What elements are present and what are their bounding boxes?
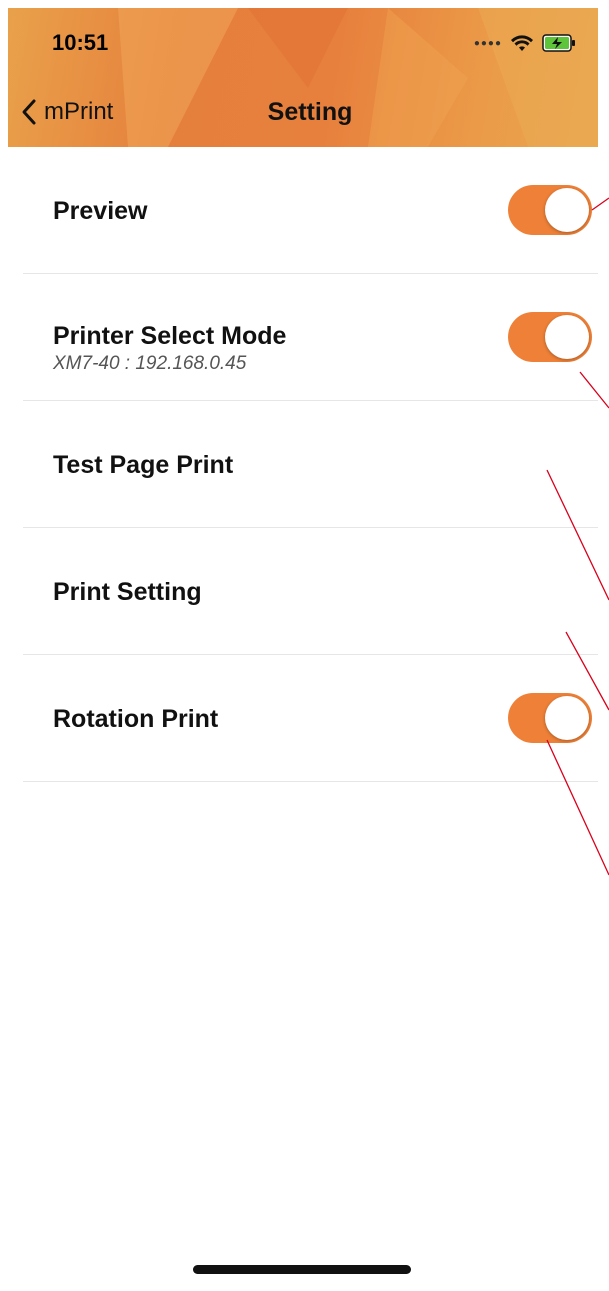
toggle-knob xyxy=(545,696,589,740)
status-time: 10:51 xyxy=(52,30,109,55)
rotation-print-toggle[interactable] xyxy=(508,693,592,743)
setting-row-rotation-print[interactable]: Rotation Print xyxy=(23,655,598,782)
setting-label: Preview xyxy=(53,197,148,225)
setting-row-preview[interactable]: Preview xyxy=(23,147,598,274)
setting-row-test-page-print[interactable]: Test Page Print xyxy=(23,401,598,528)
home-indicator xyxy=(193,1265,411,1274)
printer-select-mode-toggle[interactable] xyxy=(508,312,592,362)
setting-label: Printer Select Mode xyxy=(53,322,287,350)
setting-row-print-setting[interactable]: Print Setting xyxy=(23,528,598,655)
toggle-knob xyxy=(545,315,589,359)
toggle-knob xyxy=(545,188,589,232)
setting-row-printer-select-mode[interactable]: Printer Select Mode XM7-40 : 192.168.0.4… xyxy=(23,274,598,401)
page-title: Setting xyxy=(267,98,353,126)
nav-header: 10:51 ●●●● mPrint Setting xyxy=(8,8,598,147)
wifi-icon xyxy=(511,35,533,51)
setting-label: Test Page Print xyxy=(53,451,234,479)
settings-list: Preview Printer Select Mode XM7-40 : 192… xyxy=(8,147,598,782)
battery-charging-icon xyxy=(542,34,575,52)
setting-label: Print Setting xyxy=(53,578,202,606)
printer-address: XM7-40 : 192.168.0.45 xyxy=(53,353,247,374)
setting-label: Rotation Print xyxy=(53,705,219,733)
signal-icon: ●●●● xyxy=(473,37,502,49)
status-icons: ●●●● xyxy=(474,34,576,52)
preview-toggle[interactable] xyxy=(508,185,592,235)
phone-screen: 10:51 ●●●● mPrint Setting Preview Printe… xyxy=(8,8,598,1291)
